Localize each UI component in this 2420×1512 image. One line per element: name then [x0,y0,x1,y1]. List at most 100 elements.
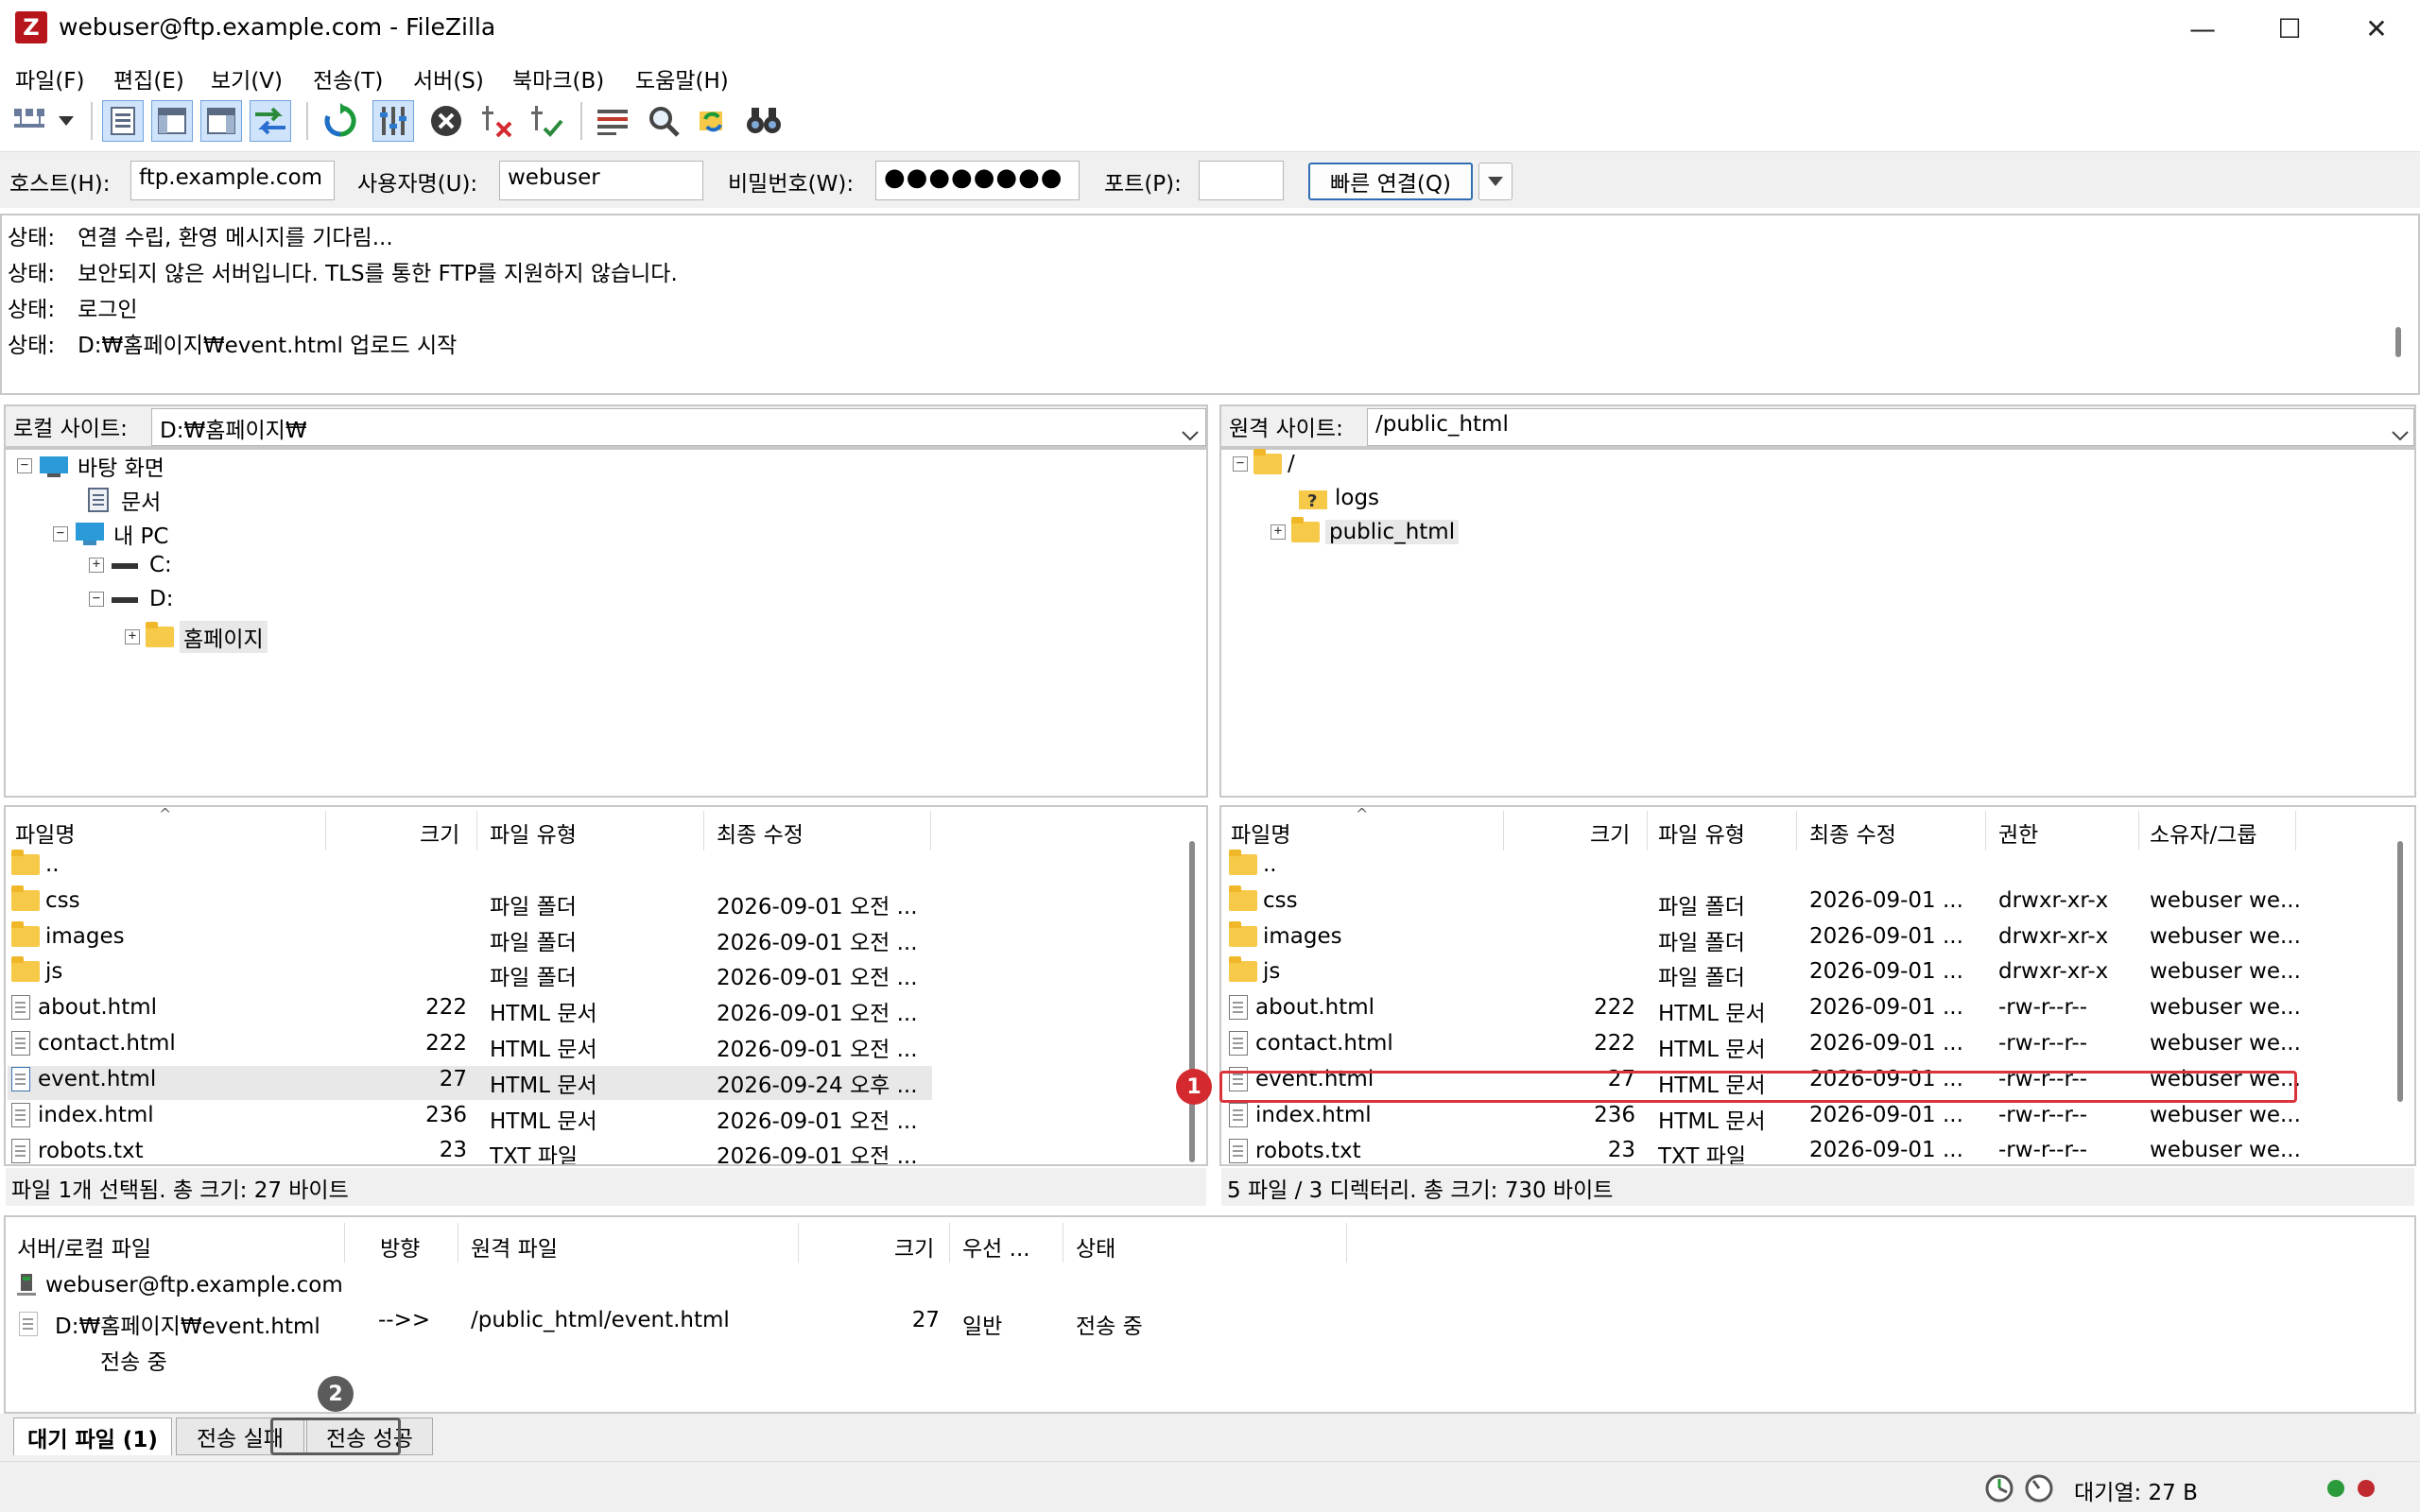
process-queue-icon[interactable] [372,100,414,142]
disconnect-icon[interactable] [476,100,518,142]
binoculars-icon[interactable] [743,100,785,142]
menu-bookmarks[interactable]: 북마크(B) [512,62,604,94]
column-divider[interactable] [1985,811,1986,850]
menu-view[interactable]: 보기(V) [211,62,283,94]
local-file-row[interactable]: .. [11,850,60,877]
remote-file-row[interactable]: index.html [1229,1103,1372,1127]
remote-col-owner[interactable]: 소유자/그룹 [2150,816,2257,849]
tree-item-this-pc[interactable]: 내 PC [113,518,168,550]
queue-col-priority[interactable]: 우선 ... [962,1230,1030,1263]
column-divider[interactable] [703,811,704,850]
synchronized-browsing-icon[interactable] [692,100,734,142]
chevron-down-icon[interactable] [1182,421,1199,446]
column-divider[interactable] [2138,811,2139,850]
remote-scrollbar[interactable] [2397,841,2403,1102]
local-file-row[interactable]: event.html [11,1067,156,1091]
tree-item-desktop[interactable]: 바탕 화면 [78,450,164,482]
quickconnect-history-button[interactable] [1478,163,1512,200]
remote-file-row[interactable]: css [1229,885,1298,913]
refresh-icon[interactable] [320,100,361,142]
tree-item-root[interactable]: / [1288,452,1295,476]
tree-item-drive-d[interactable]: D: [149,587,173,611]
username-input[interactable]: webuser [499,161,703,200]
minimize-button[interactable]: — [2159,0,2246,57]
local-file-row[interactable]: css [11,885,80,913]
directory-filter-icon[interactable] [592,100,633,142]
remote-col-name[interactable]: 파일명 [1231,816,1290,849]
remote-file-row[interactable]: images [1229,921,1342,949]
local-file-row[interactable]: about.html [11,995,157,1020]
remote-directory-tree[interactable] [1219,448,2416,798]
local-file-row[interactable]: js [11,956,62,984]
queue-row[interactable]: D:₩홈페이지₩event.html [19,1308,320,1340]
remote-file-row[interactable]: about.html [1229,995,1374,1020]
local-path-input[interactable]: D:₩홈페이지₩ [151,408,1206,446]
search-icon[interactable] [643,100,684,142]
expand-icon[interactable]: + [89,558,104,573]
remote-file-row[interactable]: .. [1229,850,1277,877]
menu-server[interactable]: 서버(S) [413,62,484,94]
column-divider[interactable] [949,1223,950,1263]
tree-item-drive-c[interactable]: C: [149,553,172,577]
transfer-queue-toggle-icon[interactable] [250,100,291,142]
expand-icon[interactable]: + [125,629,140,644]
remote-path-input[interactable]: /public_html [1367,408,2414,446]
remote-col-type[interactable]: 파일 유형 [1658,816,1745,849]
column-divider[interactable] [930,811,931,850]
column-divider[interactable] [798,1223,799,1263]
maximize-button[interactable]: ☐ [2246,0,2333,57]
tree-item-homepage[interactable]: 홈페이지 [180,621,268,653]
queue-col-file[interactable]: 서버/로컬 파일 [17,1230,151,1263]
local-scrollbar[interactable] [1189,841,1195,1162]
remote-file-row[interactable]: contact.html [1229,1031,1393,1056]
collapse-icon[interactable]: − [1233,456,1248,472]
speed-limit-icon[interactable] [1983,1472,2015,1510]
column-divider[interactable] [1346,1223,1347,1263]
collapse-icon[interactable]: − [53,526,68,541]
local-file-list[interactable] [4,805,1208,1166]
remote-col-permissions[interactable]: 권한 [1998,816,2038,849]
local-col-size[interactable]: 크기 [420,816,459,849]
queue-server[interactable]: webuser@ftp.example.com [45,1273,343,1297]
reconnect-icon[interactable] [526,100,567,142]
tree-item-documents[interactable]: 문서 [121,484,161,516]
close-button[interactable]: ✕ [2333,0,2420,57]
local-file-row[interactable]: robots.txt [11,1138,144,1164]
cancel-operation-icon[interactable] [425,100,467,142]
log-scrollbar[interactable] [2395,327,2401,357]
column-divider[interactable] [325,811,326,850]
column-divider[interactable] [476,811,477,850]
chevron-down-icon[interactable] [53,100,79,142]
column-divider[interactable] [1647,811,1648,850]
local-tree-toggle-icon[interactable] [151,100,193,142]
message-log-toggle-icon[interactable] [102,100,144,142]
remote-file-row[interactable]: robots.txt [1229,1138,1361,1164]
tree-item-logs[interactable]: logs [1335,486,1379,510]
queue-col-size[interactable]: 크기 [894,1230,934,1263]
tree-item-public-html[interactable]: public_html [1325,520,1460,544]
menu-help[interactable]: 도움말(H) [635,62,729,94]
password-input[interactable]: ●●●●●●●● [875,161,1080,200]
remote-tree-toggle-icon[interactable] [200,100,242,142]
remote-col-size[interactable]: 크기 [1590,816,1630,849]
remote-file-row[interactable]: js [1229,956,1280,984]
tab-queued-files[interactable]: 대기 파일 (1) [13,1418,172,1455]
local-file-row[interactable]: index.html [11,1103,154,1127]
chevron-down-icon[interactable] [2392,421,2409,446]
transfer-queue[interactable] [4,1215,2416,1414]
host-input[interactable]: ftp.example.com [130,161,335,200]
local-file-row[interactable]: images [11,921,125,949]
local-col-name[interactable]: 파일명 [15,816,75,849]
queue-col-remote[interactable]: 원격 파일 [471,1230,558,1263]
collapse-icon[interactable]: − [89,592,104,607]
column-divider[interactable] [1503,811,1504,850]
quickconnect-button[interactable]: 빠른 연결(Q) [1308,163,1473,200]
menu-file[interactable]: 파일(F) [15,62,85,94]
local-col-modified[interactable]: 최종 수정 [717,816,804,849]
local-file-row[interactable]: contact.html [11,1031,176,1056]
speed-gauge-icon[interactable] [2023,1472,2055,1510]
expand-icon[interactable]: + [1270,524,1286,540]
queue-col-status[interactable]: 상태 [1076,1230,1115,1263]
remote-col-modified[interactable]: 최종 수정 [1809,816,1896,849]
column-divider[interactable] [1796,811,1797,850]
